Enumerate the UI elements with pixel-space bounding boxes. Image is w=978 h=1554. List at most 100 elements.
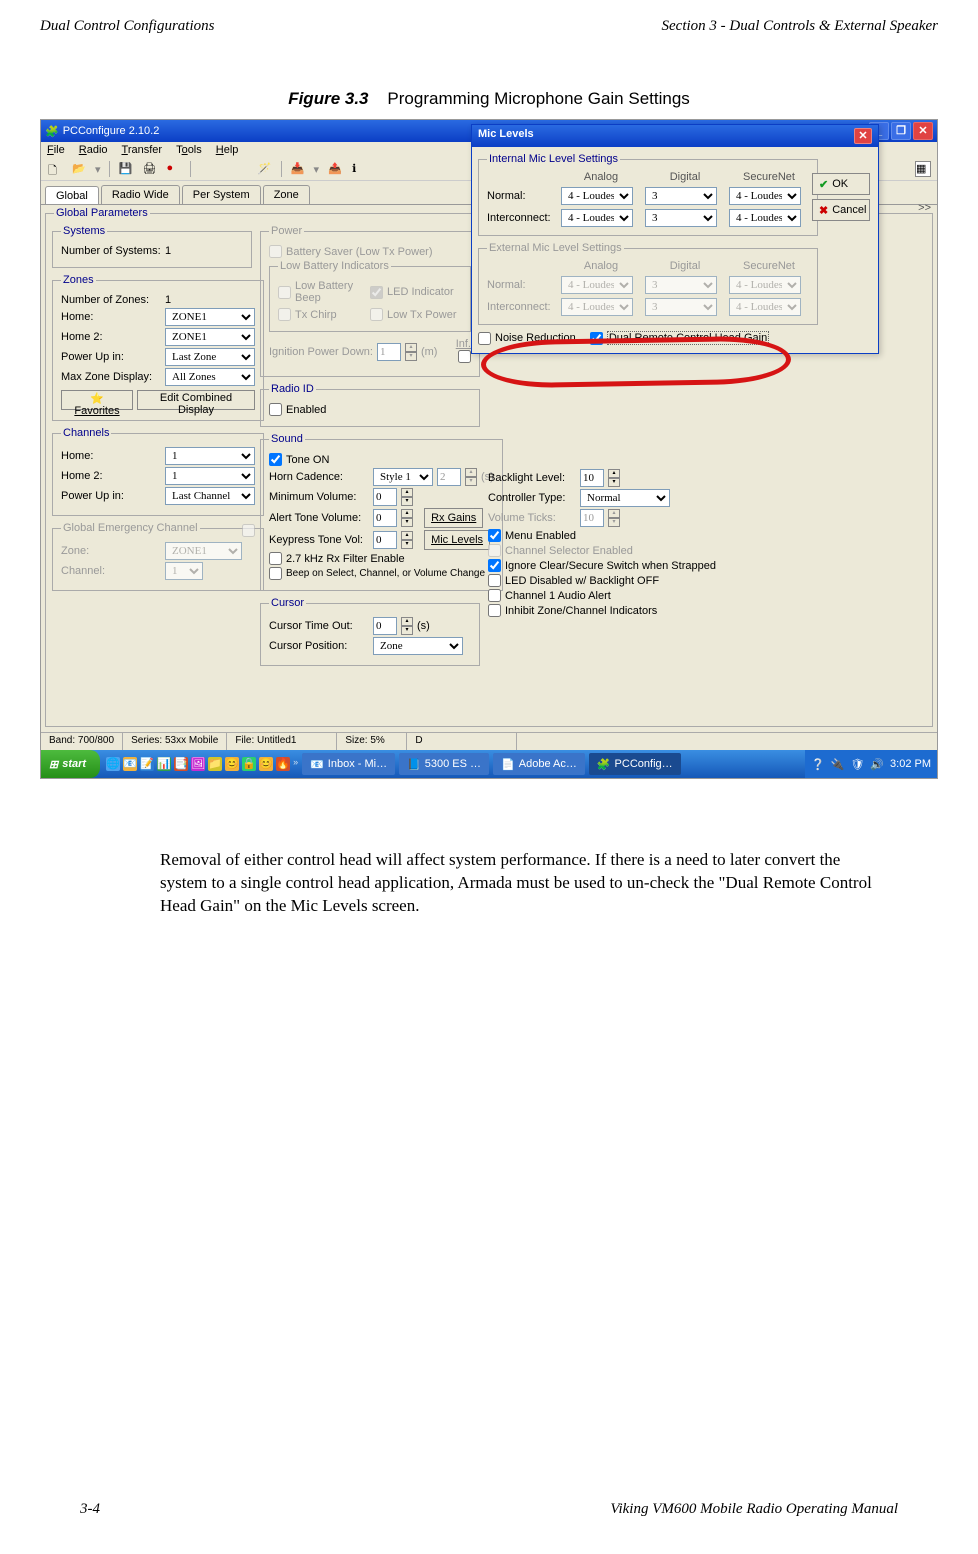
more-arrow[interactable]: >> <box>918 202 931 214</box>
task-inbox[interactable]: 📧 Inbox - Mi… <box>302 753 395 775</box>
menu-tools[interactable]: Tools <box>176 144 202 156</box>
tray-icon[interactable]: 🔌 <box>831 758 845 771</box>
ch1audio-checkbox[interactable] <box>488 589 501 602</box>
tray-icon[interactable]: 🛡 <box>850 758 864 771</box>
menu-file[interactable]: File <box>47 144 65 156</box>
enabled-checkbox[interactable] <box>269 403 282 416</box>
cancel-button[interactable]: ✖Cancel <box>812 199 870 221</box>
int-inter-secure[interactable]: 4 - Loudest <box>729 209 801 227</box>
tray-icon[interactable]: ❔ <box>811 758 825 771</box>
powerup-combo[interactable]: Last Zone <box>165 348 255 366</box>
task-5300[interactable]: 📘 5300 ES … <box>399 753 489 775</box>
horncad-combo[interactable]: Style 1 <box>373 468 433 486</box>
expand-icon[interactable]: ▦ <box>915 161 931 177</box>
ql-icon[interactable]: 🌐 <box>106 757 120 771</box>
tab-global[interactable]: Global <box>45 186 99 205</box>
task-pcconfig[interactable]: 🧩 PCConfig… <box>589 753 681 775</box>
minvol-spinner[interactable]: ▴▾ <box>401 488 413 506</box>
alertvol-spinner[interactable]: ▴▾ <box>401 509 413 527</box>
ch-home2-combo[interactable]: 1 <box>165 467 255 485</box>
ok-button[interactable]: ✔OK <box>812 173 870 195</box>
inf-checkbox[interactable] <box>458 350 471 363</box>
beep-checkbox[interactable] <box>269 567 282 580</box>
print-icon[interactable]: 🖨 <box>142 161 158 177</box>
ch-home-label: Home: <box>61 450 161 462</box>
alertvol-input[interactable] <box>373 509 397 527</box>
int-normal-digital[interactable]: 3 <box>645 187 717 205</box>
menu-transfer[interactable]: Transfer <box>122 144 163 156</box>
tray-icon[interactable]: 🔊 <box>870 758 884 771</box>
backlight-spinner[interactable]: ▴▾ <box>608 469 620 487</box>
open-icon[interactable]: 📂 <box>71 161 87 177</box>
noise-reduction-checkbox[interactable] <box>478 332 491 345</box>
ignoreclr-checkbox[interactable] <box>488 559 501 572</box>
int-normal-secure[interactable]: 4 - Loudest <box>729 187 801 205</box>
ql-icon[interactable]: 📁 <box>208 757 222 771</box>
inhibitzone-checkbox[interactable] <box>488 604 501 617</box>
ql-icon[interactable]: 📧 <box>123 757 137 771</box>
txchirp-checkbox <box>278 308 291 321</box>
ql-icon[interactable]: 🔥 <box>276 757 290 771</box>
27k-checkbox[interactable] <box>269 552 282 565</box>
cursorto-input[interactable] <box>373 617 397 635</box>
int-inter-analog[interactable]: 4 - Loudest <box>561 209 633 227</box>
dialog-close-button[interactable]: ✕ <box>854 128 872 144</box>
tab-zone[interactable]: Zone <box>263 185 310 204</box>
int-normal-analog[interactable]: 4 - Loudest <box>561 187 633 205</box>
wizard-icon[interactable]: 🪄 <box>257 161 273 177</box>
minvol-input[interactable] <box>373 488 397 506</box>
leddis-checkbox[interactable] <box>488 574 501 587</box>
read-icon[interactable]: 📥 <box>290 161 306 177</box>
keyvol-input[interactable] <box>373 531 397 549</box>
miclevels-button[interactable]: Mic Levels <box>424 530 490 550</box>
menuenabled-checkbox[interactable] <box>488 529 501 542</box>
rxgains-button[interactable]: Rx Gains <box>424 508 483 528</box>
beep-label: Beep on Select, Channel, or Volume Chang… <box>286 568 485 579</box>
cursorpos-combo[interactable]: Zone <box>373 637 463 655</box>
ignpd-input[interactable] <box>377 343 401 361</box>
home2-combo[interactable]: ZONE1 <box>165 328 255 346</box>
toneon-checkbox[interactable] <box>269 453 282 466</box>
info-icon[interactable]: ℹ <box>351 161 367 177</box>
ctrltype-combo[interactable]: Normal <box>580 489 670 507</box>
volticks-input <box>580 509 604 527</box>
ql-icon[interactable]: 🖼 <box>191 757 205 771</box>
maximize-button[interactable]: ❐ <box>891 122 911 140</box>
cursorto-spinner[interactable]: ▴▾ <box>401 617 413 635</box>
ignpd-spinner[interactable]: ▴▾ <box>405 343 417 361</box>
ql-icon[interactable]: 😊 <box>225 757 239 771</box>
ch-powerup-combo[interactable]: Last Channel <box>165 487 255 505</box>
stop-icon[interactable]: ● <box>166 161 182 177</box>
start-button[interactable]: ⊞start <box>41 750 100 778</box>
new-icon[interactable]: 🗋 <box>47 161 63 177</box>
alertvol-label: Alert Tone Volume: <box>269 512 369 524</box>
inf-label: Inf. <box>456 338 471 350</box>
row-normal: Normal: <box>487 190 557 202</box>
ql-icon[interactable]: 📊 <box>157 757 171 771</box>
tab-per-system[interactable]: Per System <box>182 185 261 204</box>
home-combo[interactable]: ZONE1 <box>165 308 255 326</box>
ql-icon[interactable]: 🔒 <box>242 757 256 771</box>
tab-radio-wide[interactable]: Radio Wide <box>101 185 180 204</box>
maxzone-combo[interactable]: All Zones <box>165 368 255 386</box>
favorites-button[interactable]: ⭐ Favorites <box>61 390 133 410</box>
ql-icon[interactable]: 😊 <box>259 757 273 771</box>
gec-ch-label: Channel: <box>61 565 161 577</box>
close-button[interactable]: ✕ <box>913 122 933 140</box>
txchirp-label: Tx Chirp <box>295 309 337 321</box>
ql-icon[interactable]: 📑 <box>174 757 188 771</box>
menu-help[interactable]: Help <box>216 144 239 156</box>
int-inter-digital[interactable]: 3 <box>645 209 717 227</box>
leddis-label: LED Disabled w/ Backlight OFF <box>505 575 659 587</box>
write-icon[interactable]: 📤 <box>327 161 343 177</box>
edit-combined-display-button[interactable]: Edit Combined Display <box>137 390 255 410</box>
ql-icon[interactable]: 📝 <box>140 757 154 771</box>
app-title: PCConfigure 2.10.2 <box>63 125 160 137</box>
ch-home-combo[interactable]: 1 <box>165 447 255 465</box>
save-icon[interactable]: 💾 <box>118 161 134 177</box>
task-adobe[interactable]: 📄 Adobe Ac… <box>493 753 585 775</box>
ext-row-inter: Interconnect: <box>487 301 557 313</box>
menu-radio[interactable]: Radio <box>79 144 108 156</box>
keyvol-spinner[interactable]: ▴▾ <box>401 531 413 549</box>
backlight-input[interactable] <box>580 469 604 487</box>
